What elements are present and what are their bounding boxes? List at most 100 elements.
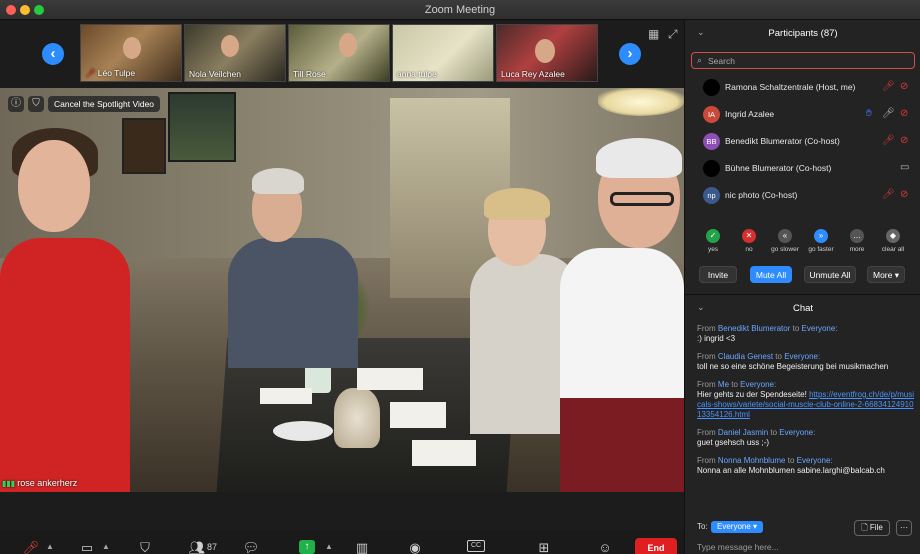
sender-name: Benedikt Blumerator xyxy=(717,324,791,333)
yes-reaction[interactable]: ✓ yes xyxy=(696,229,730,253)
go-slower-reaction[interactable]: « go slower xyxy=(768,229,802,253)
mic-muted-icon[interactable]: 🎤︎ xyxy=(882,189,895,200)
participants-button[interactable]: 👥︎ xyxy=(186,540,208,554)
chat-message-input[interactable] xyxy=(697,540,913,554)
audio-options-caret[interactable]: ▲ xyxy=(46,542,54,551)
participant-actions: Invite Mute All Unmute All More ▾ xyxy=(685,264,920,286)
info-icon[interactable]: ⓘ xyxy=(8,96,24,112)
person-hair xyxy=(596,138,682,178)
message-text: Hier gehts zu der Spendeseite! https://e… xyxy=(697,390,915,419)
avatar: BB xyxy=(703,133,720,150)
thumbnail-video[interactable]: anna tulpe xyxy=(392,24,494,82)
participant-row[interactable]: IA Ingrid Azalee ✋︎ 🎤︎ ⊘ xyxy=(685,101,920,128)
share-screen-button[interactable]: ↑ xyxy=(299,540,315,554)
person-hair xyxy=(484,188,550,220)
sender-name: Me xyxy=(717,380,730,389)
thumbnail-list: 🎤︎ Léo Tulpe Nola Veilchen Till Rose anna… xyxy=(80,24,598,82)
fullscreen-icon[interactable]: ⤢ xyxy=(668,27,678,42)
title-bar: Zoom Meeting xyxy=(0,0,920,20)
thumbnail-name: Till Rose xyxy=(293,69,326,79)
chat-more-button[interactable]: ··· xyxy=(896,520,912,536)
previous-page-button[interactable]: ‹ xyxy=(42,43,64,65)
nonverbal-feedback: ✓ yes ✕ no « go slower » go faster … mor… xyxy=(685,226,920,262)
participants-title: Participants (87) xyxy=(768,28,838,39)
mute-all-button[interactable]: Mute All xyxy=(750,266,792,283)
mic-muted-icon[interactable]: 🎤︎ xyxy=(882,135,895,146)
sender-name: Daniel Jasmin xyxy=(717,428,769,437)
video-options-caret[interactable]: ▲ xyxy=(102,542,110,551)
participant-search-input[interactable] xyxy=(708,54,908,67)
unmute-button[interactable]: 🎤︎ xyxy=(20,540,42,554)
recipient-select[interactable]: Everyone ▾ xyxy=(711,521,764,533)
reaction-label: no xyxy=(745,246,753,253)
video-paper xyxy=(390,402,446,428)
no-reaction[interactable]: ✕ no xyxy=(732,229,766,253)
closed-caption-button[interactable]: CC xyxy=(467,540,485,552)
clear-all-reaction[interactable]: ◆ clear all xyxy=(876,229,910,253)
mic-muted-icon: 🎤︎ xyxy=(85,68,96,78)
person-pants xyxy=(560,398,684,492)
spotlight-video[interactable]: ⓘ ⛉ Cancel the Spotlight Video ▮▮▮ rose a… xyxy=(0,88,684,492)
participant-name: Bühne Blumerator (Co-host) xyxy=(725,163,832,173)
video-off-icon[interactable]: ⊘ xyxy=(900,135,908,146)
thumbnail-name: Nola Veilchen xyxy=(189,69,241,79)
record-button[interactable]: ◉ xyxy=(404,540,426,554)
cross-icon: ✕ xyxy=(742,229,756,243)
polling-button[interactable]: ▥ xyxy=(351,540,373,554)
thumbnail-video[interactable]: 🎤︎ Léo Tulpe xyxy=(80,24,182,82)
file-button[interactable]: 🗋︎ File xyxy=(854,520,890,536)
mic-muted-icon[interactable]: 🎤︎ xyxy=(882,81,895,92)
video-background xyxy=(0,88,684,258)
person-body xyxy=(0,238,130,492)
more-reaction[interactable]: … more xyxy=(840,229,874,253)
participant-face xyxy=(535,39,555,63)
participant-name: Ramona Schaltzentrale (Host, me) xyxy=(725,82,856,92)
go-faster-reaction[interactable]: » go faster xyxy=(804,229,838,253)
message-meta: From Benedikt Blumerator to Everyone: xyxy=(697,324,838,333)
avatar: np xyxy=(703,187,720,204)
video-off-icon[interactable]: ⊘ xyxy=(900,108,908,119)
avatar xyxy=(703,160,720,177)
fast-forward-icon: » xyxy=(814,229,828,243)
participant-row[interactable]: Bühne Blumerator (Co-host) ▭ xyxy=(685,155,920,182)
mic-icon[interactable]: 🎤︎ xyxy=(882,108,895,119)
chat-message: From Benedikt Blumerator to Everyone: :)… xyxy=(697,323,915,344)
avatar xyxy=(703,79,720,96)
message-text: toll ne so eine schöne Begeisterung bei … xyxy=(697,362,889,371)
video-icon[interactable]: ▭ xyxy=(900,162,909,173)
thumbnail-video[interactable]: Till Rose xyxy=(288,24,390,82)
message-text: Nonna an alle Mohnblumen sabine.larghi@b… xyxy=(697,466,885,475)
reactions-button[interactable]: ☺ xyxy=(594,540,616,554)
next-page-button[interactable]: › xyxy=(619,43,641,65)
shield-icon[interactable]: ⛉ xyxy=(28,96,44,112)
participant-row[interactable]: Ramona Schaltzentrale (Host, me) 🎤︎ ⊘ xyxy=(685,74,920,101)
participant-row[interactable]: np nic photo (Co-host) 🎤︎ ⊘ xyxy=(685,182,920,209)
participant-name: Benedikt Blumerator (Co-host) xyxy=(725,136,840,146)
thumbnail-video[interactable]: Nola Veilchen xyxy=(184,24,286,82)
video-paper xyxy=(412,440,476,466)
end-meeting-button[interactable]: End xyxy=(635,538,677,554)
recipient-label: To: xyxy=(697,522,708,531)
security-button[interactable]: ⛉ xyxy=(134,540,156,554)
video-button[interactable]: ▭ xyxy=(76,540,98,554)
thumbnail-video[interactable]: Luca Rey Azalee xyxy=(496,24,598,82)
participant-row[interactable]: BB Benedikt Blumerator (Co-host) 🎤︎ ⊘ xyxy=(685,128,920,155)
unmute-all-button[interactable]: Unmute All xyxy=(804,266,856,283)
video-off-icon[interactable]: ⊘ xyxy=(900,189,908,200)
message-text: :) ingrid <3 xyxy=(697,334,736,343)
video-off-icon[interactable]: ⊘ xyxy=(900,81,908,92)
invite-button[interactable]: Invite xyxy=(699,266,737,283)
eraser-icon: ◆ xyxy=(886,229,900,243)
participants-header: ⌄ Participants (87) xyxy=(685,20,920,46)
video-jar xyxy=(334,388,380,448)
meeting-toolbar: 🎤︎ ▲ ▭ ▲ ⛉ 👥︎ 87 💬︎ ↑ ▲ ▥ ◉ CC ⊞ ☺ End xyxy=(0,530,684,554)
video-paper xyxy=(357,368,423,390)
participant-name: Ingrid Azalee xyxy=(725,109,775,119)
more-options-button[interactable]: More ▾ xyxy=(867,266,905,283)
cancel-spotlight-button[interactable]: Cancel the Spotlight Video xyxy=(48,96,161,112)
message-text: guet gsehsch uss ;-) xyxy=(697,438,770,447)
gallery-view-icon[interactable]: ▦ xyxy=(648,27,659,41)
chat-button[interactable]: 💬︎ xyxy=(240,540,262,554)
share-options-caret[interactable]: ▲ xyxy=(325,542,333,551)
breakout-rooms-button[interactable]: ⊞ xyxy=(533,540,555,554)
